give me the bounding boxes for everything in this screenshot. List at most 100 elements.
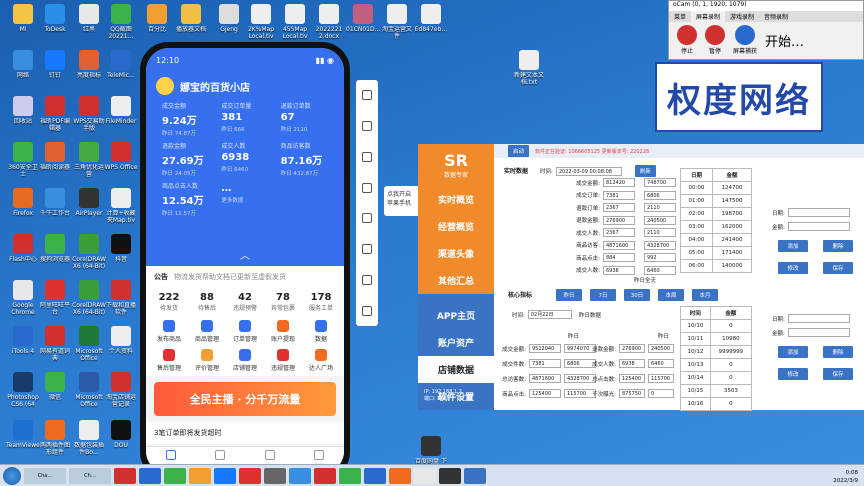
stat-card[interactable]: 成交金额 9.24万 昨日 74.87万 (156, 101, 215, 137)
modify-button[interactable]: 修改 (778, 368, 808, 380)
pending-item[interactable]: 88 待售后 (188, 292, 226, 312)
desktop-icon[interactable]: AirPlayer (72, 188, 106, 217)
taskbar-item[interactable] (364, 467, 386, 484)
desktop-icon[interactable]: 360安全卫士 (6, 142, 40, 178)
row-value-yesterday[interactable]: 748700 (644, 178, 676, 187)
taskbar-item[interactable] (389, 467, 411, 484)
stat-card[interactable]: 退款订单数 67 昨日 2110 (275, 101, 334, 137)
desktop-icon[interactable]: DOU (104, 420, 138, 449)
table-row[interactable]: 10/10 0 (680, 319, 753, 333)
delete-button[interactable]: 删除 (823, 346, 853, 358)
taskbar-item[interactable]: Cha… (24, 467, 66, 484)
desktop-icon[interactable]: 阿里旺旺平台 (38, 280, 72, 316)
menu-item[interactable]: 售后管理 (150, 349, 188, 372)
row-value-yesterday[interactable]: 992 (644, 253, 676, 262)
chevron-up-icon[interactable]: ︿ (146, 247, 344, 262)
row-value-b[interactable]: 6460 (648, 359, 674, 368)
desktop-icon[interactable]: 2022221 2.docx (312, 4, 346, 40)
desktop-icon[interactable]: 回收站 (6, 96, 40, 125)
taskbar-item[interactable] (289, 467, 311, 484)
desktop-icon[interactable]: 数据包装插件Bo… (72, 420, 106, 456)
row-value-today[interactable]: 6938 (603, 265, 635, 275)
pending-item[interactable]: 222 待发货 (150, 292, 188, 312)
nav-item[interactable]: APP主页 (418, 302, 494, 329)
table-row[interactable]: 02:00 198700 (680, 207, 753, 221)
shop-header[interactable]: 娜宝的百货小店 (156, 77, 334, 95)
rp-date-input[interactable] (787, 314, 850, 323)
menu-item[interactable]: 商品管理 (188, 320, 226, 343)
taskbar-item[interactable] (464, 467, 486, 484)
row-value-today[interactable]: 884 (603, 253, 635, 262)
table-row[interactable]: 10/13 0 (680, 358, 753, 372)
nav-item[interactable]: 经营概览 (418, 213, 494, 240)
menu-item[interactable]: 订单管理 (226, 320, 264, 343)
start-button[interactable]: 启动 (508, 145, 530, 157)
desktop-icon[interactable]: 福昕PDF编辑器 (38, 96, 72, 132)
table-row[interactable]: 03:00 162000 (680, 220, 753, 234)
row-value-a[interactable]: 4871600 (529, 374, 561, 383)
start-menu-icon[interactable] (3, 466, 21, 485)
period-button[interactable]: 本周 (658, 289, 684, 301)
menu-item[interactable]: 评价管理 (188, 349, 226, 372)
menu-item[interactable]: 店铺管理 (226, 349, 264, 372)
desktop-icon[interactable]: 下载和直播软件 (104, 280, 138, 316)
desktop-icon[interactable]: Google Chrome (6, 280, 40, 316)
desktop-icon[interactable]: 淘宝运营文件 (380, 4, 414, 40)
pending-item[interactable]: 42 违规预警 (226, 292, 264, 312)
rp-date-input[interactable] (787, 208, 850, 217)
taskbar-item[interactable] (114, 467, 136, 484)
desktop-icon[interactable]: WPS Office (104, 142, 138, 171)
desktop-icon[interactable]: Photoshop CS6 (64 Bit) (6, 372, 40, 408)
stat-card[interactable]: 成交人数 6938 昨日 6460 (215, 141, 274, 177)
ocam-start[interactable]: 开始… (765, 31, 804, 50)
clock[interactable]: 0:08 2022/3/9 (833, 469, 858, 485)
nav-item[interactable]: 店铺数据 (418, 356, 494, 383)
table-row[interactable]: 10/14 0 (680, 371, 753, 385)
taskbar-item[interactable] (164, 467, 186, 484)
menu-item[interactable]: 账户提现 (264, 320, 302, 343)
menu-item[interactable]: 发布商品 (150, 320, 188, 343)
ocam-tab[interactable]: 屏幕录制 (691, 11, 726, 22)
rotate-icon[interactable] (362, 151, 372, 162)
taskbar-item[interactable] (439, 467, 461, 484)
row-value-a[interactable]: 125400 (619, 374, 645, 383)
desktop-icon[interactable]: ToDesk (38, 4, 72, 33)
desktop-icon[interactable]: 网络 (6, 50, 40, 79)
taskbar-item[interactable] (239, 467, 261, 484)
desktop-icon[interactable]: WPS交易助手版 (72, 96, 106, 132)
desktop-icon[interactable]: Flash中心 (6, 234, 40, 263)
promo-banner[interactable]: 全民主播 · 分千万流量 (154, 382, 336, 416)
desktop-icon[interactable]: 百分比 (140, 4, 174, 33)
taskbar-item[interactable] (414, 467, 436, 484)
desktop-icon[interactable]: 网易有道词典 (38, 326, 72, 362)
desktop-icon[interactable]: 两两插件图形组件 (38, 420, 72, 456)
desktop-icon[interactable]: 新建文本文档.txt (512, 50, 546, 86)
nav-item[interactable]: 其他汇总 (418, 267, 494, 294)
desktop-icon[interactable]: Gjeng (212, 4, 246, 33)
headphone-icon[interactable] (362, 274, 372, 285)
taskbar-item[interactable] (264, 467, 286, 484)
desktop-icon[interactable]: 455Map Local.tiv (278, 4, 312, 40)
desktop-icon[interactable]: 亮度指标 (72, 50, 106, 79)
desktop-icon[interactable]: 个人资料 (104, 326, 138, 355)
menu-item[interactable]: 达人广场 (302, 349, 340, 372)
stat-card[interactable]: … 更多数据 (215, 181, 274, 217)
rp-amount-input[interactable] (787, 328, 850, 337)
ocam-tab[interactable]: 游戏录制 (725, 11, 759, 22)
row-value-a[interactable]: 875750 (619, 389, 645, 398)
screen-icon[interactable] (362, 182, 372, 193)
pending-item[interactable]: 178 服务工单 (302, 292, 340, 312)
stat-card[interactable]: 商品点击人数 12.54万 昨日 11.57万 (156, 181, 215, 217)
table-row[interactable]: 04:00 241400 (680, 233, 753, 247)
settings-icon[interactable] (362, 244, 372, 255)
realtime-time-input[interactable]: 2022-03-09 00:08:08 (555, 166, 622, 176)
expand-icon[interactable] (362, 90, 372, 101)
desktop-icon[interactable]: 搜狗浏览器 (38, 234, 72, 263)
row-value-today[interactable]: 812420 (603, 178, 635, 187)
desktop-icon[interactable]: 千牛工作台 (38, 188, 72, 217)
desktop-icon[interactable]: TeleMic… (104, 50, 138, 79)
desktop-icon[interactable]: 01CN01D… (346, 4, 380, 33)
nav-item[interactable]: 渠道头像 (418, 240, 494, 267)
period-button[interactable]: 昨日 (556, 289, 582, 301)
row-value-a[interactable]: 7381 (529, 359, 561, 368)
